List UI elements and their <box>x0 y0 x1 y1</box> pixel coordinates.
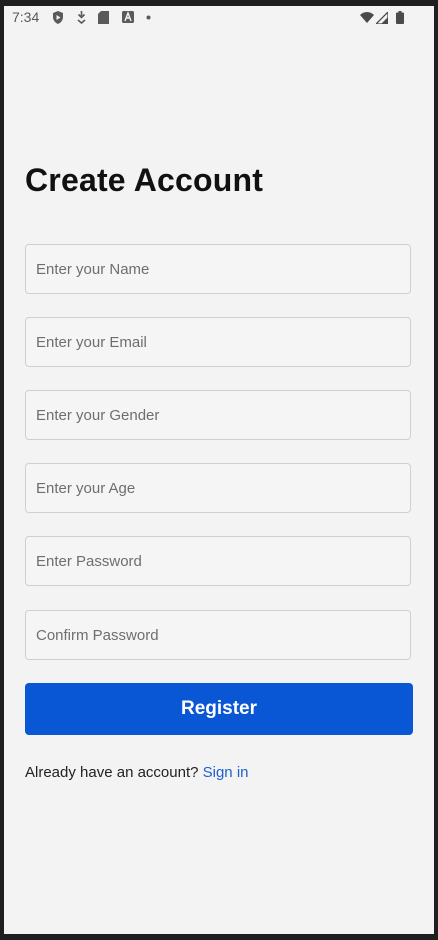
status-time: 7:34 <box>12 9 40 25</box>
name-input[interactable] <box>25 244 411 294</box>
signin-prompt: Already have an account? <box>25 764 199 781</box>
download-icon <box>76 11 88 24</box>
device-frame: 7:34 Create Account Enter your Name Ente… <box>0 0 438 940</box>
page-title: Create Account <box>25 162 264 198</box>
app-screen: 7:34 Create Account Enter your Name Ente… <box>4 6 434 934</box>
password-input[interactable] <box>25 536 411 586</box>
signin-row: Already have an account? Sign in <box>25 764 249 781</box>
a-icon <box>122 11 134 23</box>
dot-icon <box>146 15 158 27</box>
window-edge <box>434 648 438 940</box>
play-protect-icon <box>52 11 64 24</box>
gender-input[interactable] <box>25 390 411 440</box>
confirm-password-input[interactable] <box>25 610 411 660</box>
battery-icon <box>396 11 408 24</box>
signal-icon <box>376 12 388 24</box>
sd-card-icon <box>98 11 110 24</box>
sign-in-link[interactable]: Sign in <box>203 764 249 781</box>
register-button[interactable]: Register <box>25 683 413 735</box>
status-bar: 7:34 <box>4 6 434 30</box>
wifi-icon <box>360 12 374 24</box>
email-input[interactable] <box>25 317 411 367</box>
age-input[interactable] <box>25 463 411 513</box>
